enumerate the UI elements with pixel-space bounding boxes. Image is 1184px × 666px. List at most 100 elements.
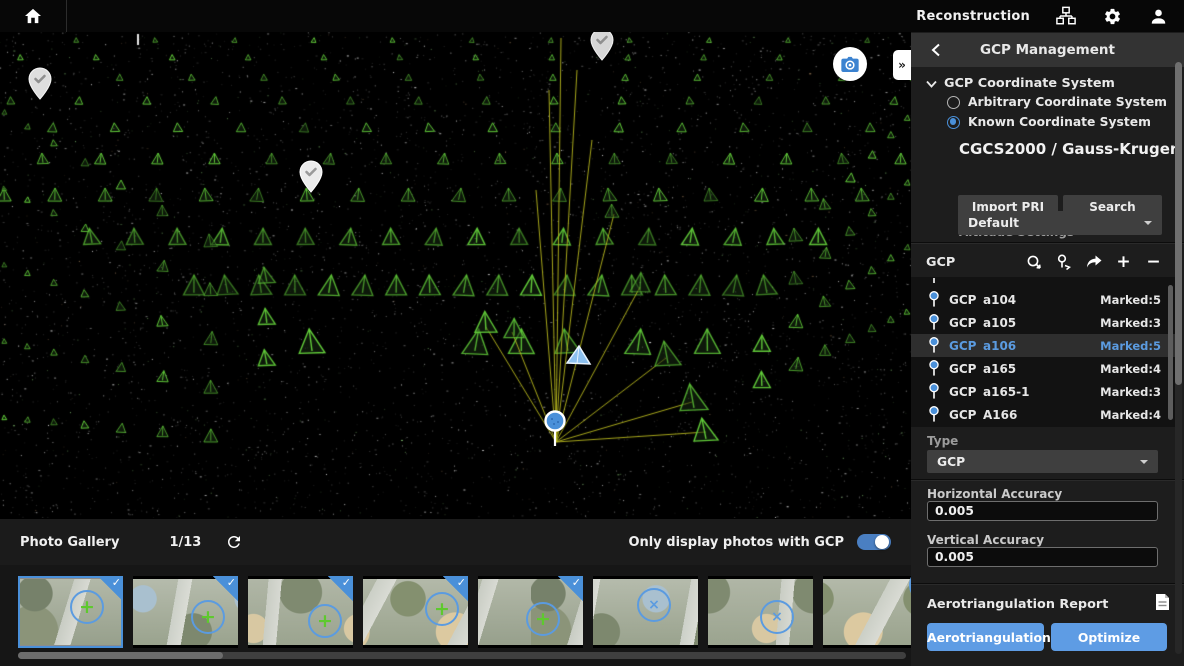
coord-system-label: GCP Coordinate System: [944, 76, 1115, 91]
thumbnail-scrollbar-thumb[interactable]: [18, 652, 223, 659]
photo-thumbnail[interactable]: ×: [593, 576, 698, 648]
toggle-knob: [875, 535, 889, 549]
horizontal-accuracy-input[interactable]: [927, 501, 1158, 521]
photo-thumbnail[interactable]: +: [363, 576, 468, 648]
radio-icon: [947, 96, 960, 109]
checked-badge-icon: [328, 576, 353, 601]
filter-gcp-toggle[interactable]: [857, 534, 891, 550]
account-button[interactable]: [1148, 6, 1168, 26]
workflow-button[interactable]: [1056, 6, 1076, 26]
refresh-gallery-button[interactable]: [225, 533, 243, 551]
gcp-section-header: GCP + −: [926, 248, 1162, 276]
gcp-row-marked: Marked:5: [1100, 293, 1161, 307]
gcp-row-marked: Marked:5: [1100, 339, 1161, 353]
panel-header: GCP Management: [911, 33, 1184, 67]
settings-button[interactable]: [1102, 6, 1122, 26]
refocus-icon: [1026, 254, 1042, 270]
photo-thumbnail[interactable]: +: [478, 576, 583, 648]
photo-thumbnail[interactable]: ×: [708, 576, 813, 648]
gcp-list-scrollbar[interactable]: [1168, 285, 1173, 420]
reconstruction-title: Reconstruction: [916, 9, 1030, 24]
gcp-row[interactable]: GCPa105Marked:3: [911, 311, 1175, 334]
checked-badge-icon: [98, 576, 123, 601]
photo-thumbnail[interactable]: +: [823, 576, 911, 648]
sitemap-icon: [1056, 6, 1076, 26]
type-label: Type: [927, 434, 958, 448]
thumbnail-strip: +++++××+: [0, 565, 911, 666]
gcp-map-pin[interactable]: [590, 32, 614, 61]
gcp-row-type: GCP: [949, 339, 983, 353]
altitude-value: Default: [968, 216, 1019, 230]
gcp-marked-circle-icon: +: [191, 600, 225, 634]
vertical-accuracy-input[interactable]: [927, 547, 1158, 567]
gcp-unmarked-circle-icon: ×: [637, 588, 671, 622]
selected-gcp-pin[interactable]: [541, 407, 569, 449]
gcp-pin-icon: [928, 406, 940, 423]
gcp-row[interactable]: GCPA166Marked:4: [911, 403, 1175, 426]
collapse-panel-button[interactable]: »: [893, 50, 911, 80]
gcp-row-name: a104: [983, 293, 1016, 307]
gcp-row-type: GCP: [949, 362, 983, 376]
gcp-row-type: GCP: [949, 293, 983, 307]
checked-badge-icon: [443, 576, 468, 601]
crs-name: CGCS2000 / Gauss-Kruger CM 1...: [959, 140, 1178, 158]
aerotriangulation-report-label: Aerotriangulation Report: [927, 597, 1108, 612]
photo-thumbnail[interactable]: +: [248, 576, 353, 648]
gcp-pin-icon: [928, 383, 940, 400]
gcp-marked-circle-icon: +: [308, 604, 342, 638]
gcp-section-label: GCP: [926, 255, 955, 270]
thumbnail-scrollbar-track[interactable]: [18, 652, 906, 659]
gcp-row-name: a165-1: [983, 385, 1029, 399]
aerotriangulation-button[interactable]: Aerotriangulation: [927, 623, 1044, 651]
type-value: GCP: [937, 455, 965, 469]
add-gcp-button[interactable]: +: [1115, 254, 1132, 271]
remove-gcp-button[interactable]: −: [1145, 254, 1162, 271]
radio-icon: [947, 116, 960, 129]
photo-thumbnail[interactable]: +: [18, 576, 123, 648]
photo-gallery-bar: Photo Gallery 1/13 Only display photos w…: [0, 518, 911, 565]
gcp-row-type: GCP: [949, 316, 983, 330]
gcp-map-pin[interactable]: [299, 160, 323, 193]
refresh-icon: [225, 533, 243, 551]
gcp-map-pin[interactable]: [28, 67, 52, 100]
vertical-accuracy-label: Vertical Accuracy: [927, 533, 1044, 547]
optimize-button[interactable]: Optimize: [1051, 623, 1167, 651]
3d-viewport[interactable]: »: [0, 32, 911, 518]
radio-known-coordinate-system[interactable]: Known Coordinate System: [947, 115, 1151, 129]
coord-system-section-toggle[interactable]: GCP Coordinate System: [926, 76, 1115, 91]
gcp-row[interactable]: GCPa165-1Marked:3: [911, 380, 1175, 403]
radio-arbitrary-coordinate-system[interactable]: Arbitrary Coordinate System: [947, 95, 1167, 109]
gear-icon: [1103, 7, 1122, 26]
gcp-row[interactable]: GCPa106 Marked:5: [911, 334, 1175, 357]
checked-badge-icon: [213, 576, 238, 601]
gcp-row-marked: Marked:4: [1100, 362, 1161, 376]
gcp-pin-icon: [928, 314, 940, 331]
gcp-pin-icon: [928, 337, 940, 354]
selected-camera-frustum: [563, 343, 593, 367]
gcp-row-name: a165: [983, 362, 1016, 376]
filter-gcp-label: Only display photos with GCP: [629, 535, 845, 550]
gcp-pin-icon: [928, 360, 940, 377]
gcp-row[interactable]: GCPa165 Marked:4: [911, 357, 1175, 380]
gcp-row-name: a105: [983, 316, 1016, 330]
point-cloud-canvas[interactable]: [0, 32, 911, 518]
chevron-left-icon: [931, 43, 941, 57]
export-gcp-button[interactable]: [1085, 254, 1102, 271]
altitude-dropdown[interactable]: Default: [958, 211, 1162, 235]
gcp-row-marked: Marked:3: [1100, 385, 1161, 399]
refocus-gcp-button[interactable]: [1025, 254, 1042, 271]
home-button[interactable]: [0, 0, 67, 32]
gcp-unmarked-circle-icon: ×: [760, 600, 794, 634]
photo-thumbnail[interactable]: +: [133, 576, 238, 648]
gcp-row-marked: Marked:4: [1100, 408, 1161, 422]
back-button[interactable]: [927, 41, 945, 59]
gcp-row[interactable]: GCPa104 Marked:5: [911, 288, 1175, 311]
person-icon: [1149, 7, 1168, 26]
type-dropdown[interactable]: GCP: [927, 450, 1158, 473]
panel-scrollbar-thumb[interactable]: [1175, 62, 1182, 385]
view-photo-button[interactable]: [833, 47, 867, 81]
gcp-list: GCPa104Marked:5GCPa105Marked:3GCPa106Mar…: [911, 277, 1175, 427]
gcp-row-name: a106: [983, 339, 1016, 353]
report-document-button[interactable]: [1155, 593, 1170, 615]
pick-gcp-button[interactable]: [1055, 254, 1072, 271]
